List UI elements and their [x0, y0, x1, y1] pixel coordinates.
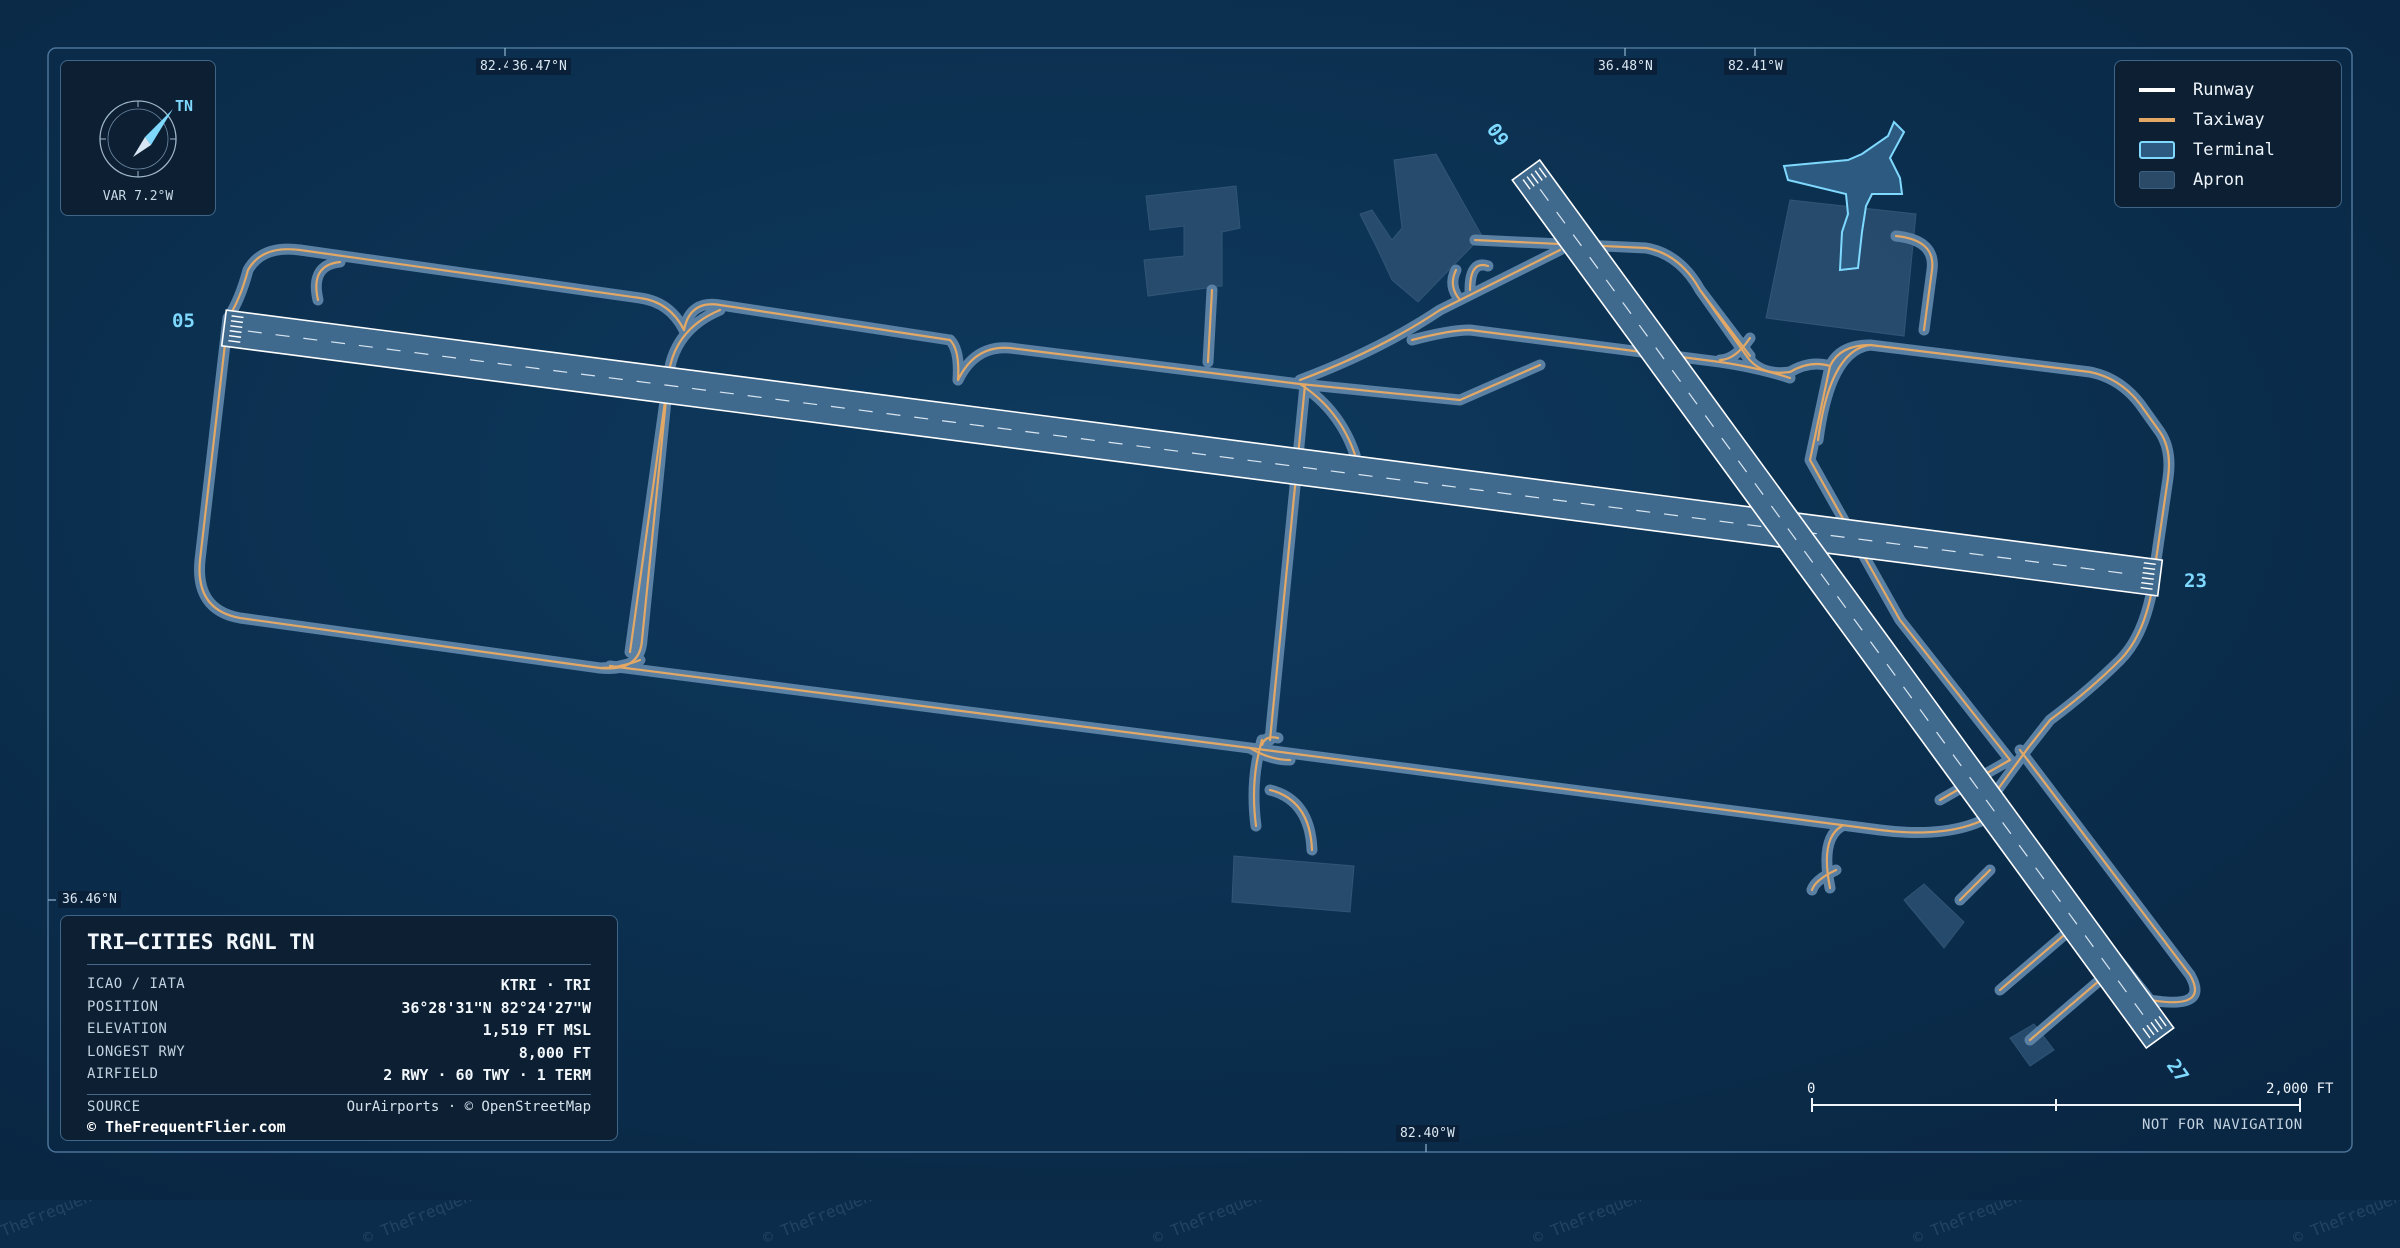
info-key: ELEVATION: [87, 1021, 168, 1037]
info-row-icao: ICAO / IATA KTRI · TRI: [87, 976, 591, 996]
apron-south: [1231, 855, 1355, 913]
legend-label: Apron: [2193, 170, 2245, 190]
info-value: 8,000 FT: [518, 1044, 591, 1062]
info-row-longest-runway: LONGEST RWY 8,000 FT: [87, 1044, 591, 1064]
info-key: ICAO / IATA: [87, 976, 186, 992]
legend-apron: Apron: [2139, 169, 2244, 191]
info-row-elevation: ELEVATION 1,519 FT MSL: [87, 1021, 591, 1041]
divider: [87, 1094, 591, 1095]
coord-top-lat-2: 36.48°N: [1594, 58, 1657, 75]
coord-bottom-lon: 82.40°W: [1396, 1125, 1459, 1142]
legend-runway: Runway: [2139, 79, 2254, 101]
runway-label-23: 23: [2184, 570, 2207, 592]
coord-left-lat: 36.46°N: [58, 891, 121, 908]
scale-start-label: 0: [1807, 1081, 1816, 1097]
info-value: 36°28'31"N 82°24'27"W: [401, 999, 591, 1017]
divider: [87, 964, 591, 965]
taxiway-swatch: [2139, 118, 2175, 122]
runway-label-05: 05: [172, 310, 195, 332]
coord-top-lat-1: 36.47°N: [508, 58, 571, 75]
magnetic-variation: VAR 7.2°W: [102, 189, 174, 204]
info-row-position: POSITION 36°28'31"N 82°24'27"W: [87, 999, 591, 1019]
info-value: 2 RWY · 60 TWY · 1 TERM: [383, 1066, 591, 1084]
info-key: LONGEST RWY: [87, 1044, 186, 1060]
true-north-label: TN: [175, 97, 194, 115]
airport-diagram: © TheFrequentFlier.com© TheFrequentFlier…: [0, 0, 2400, 1248]
legend-panel: Runway Taxiway Terminal Apron: [2114, 60, 2342, 208]
info-row-airfield: AIRFIELD 2 RWY · 60 TWY · 1 TERM: [87, 1066, 591, 1086]
info-key: SOURCE: [87, 1099, 141, 1115]
navigation-disclaimer: NOT FOR NAVIGATION: [2142, 1117, 2303, 1133]
airport-name: TRI–CITIES RGNL TN: [87, 930, 315, 954]
runway-swatch: [2139, 88, 2175, 92]
legend-label: Runway: [2193, 80, 2255, 100]
compass-panel: TN VAR 7.2°W: [60, 60, 216, 216]
airport-info-panel: TRI–CITIES RGNL TN ICAO / IATA KTRI · TR…: [60, 915, 618, 1141]
terminal-swatch: [2139, 141, 2175, 159]
info-key: AIRFIELD: [87, 1066, 159, 1082]
coord-top-lon-2: 82.41°W: [1724, 58, 1787, 75]
info-value: 1,519 FT MSL: [482, 1021, 591, 1039]
apron-swatch: [2139, 171, 2175, 189]
info-value: OurAirports · © OpenStreetMap: [346, 1099, 591, 1115]
info-row-source: SOURCE OurAirports · © OpenStreetMap: [87, 1099, 591, 1119]
info-value: KTRI · TRI: [500, 976, 591, 994]
info-key: POSITION: [87, 999, 159, 1015]
copyright-notice: © TheFrequentFlier.com: [87, 1118, 286, 1136]
legend-terminal: Terminal: [2139, 139, 2275, 161]
legend-label: Taxiway: [2193, 110, 2265, 130]
legend-label: Terminal: [2193, 140, 2275, 160]
legend-taxiway: Taxiway: [2139, 109, 2265, 131]
scale-end-label: 2,000 FT: [2266, 1081, 2334, 1097]
